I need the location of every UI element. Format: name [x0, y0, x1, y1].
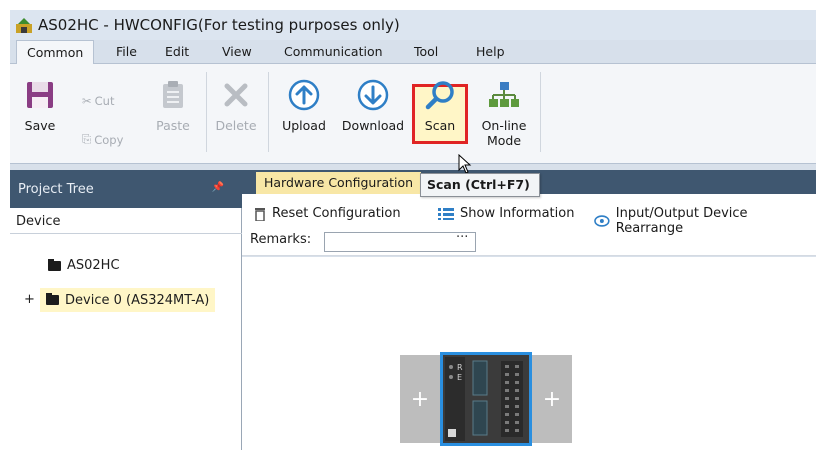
show-information-button[interactable]: Show Information [438, 206, 574, 221]
show-information-label: Show Information [460, 206, 575, 221]
save-label: Save [24, 118, 56, 133]
project-tree-title: Project Tree [18, 181, 94, 197]
scan-label: Scan [424, 118, 456, 133]
remarks-browse-button[interactable]: ··· [456, 230, 468, 245]
menu-bar: Common File Edit View Communication Tool… [10, 40, 816, 65]
copy-icon: ⎘ [82, 132, 92, 146]
tree-item-device-0[interactable]: Device 0 (AS324MT-A) [40, 288, 216, 312]
paste-label: Paste [156, 118, 190, 133]
cut-button[interactable]: ✂ Cut [82, 94, 114, 108]
scan-tooltip: Scan (Ctrl+F7) [420, 173, 540, 197]
download-button[interactable]: Download [338, 64, 408, 164]
arrow-up-circle-icon [288, 79, 320, 111]
io-device-rearrange-label: Input/Output Device Rearrange [615, 206, 748, 236]
ribbon-separator [268, 72, 269, 152]
tree-item-as02hc[interactable]: AS02HC [48, 258, 120, 273]
tab-file[interactable]: File [116, 44, 137, 59]
list-icon [438, 207, 454, 220]
plus-icon: + [410, 386, 430, 412]
online-mode-label-line2: Mode [486, 133, 522, 148]
rearrange-icon [594, 215, 610, 227]
online-mode-button[interactable]: On-line Mode [476, 64, 532, 164]
magnifier-icon [425, 81, 454, 110]
trash-icon [255, 207, 265, 221]
upload-label: Upload [282, 118, 326, 133]
ribbon: Save ✂ Cut ⎘ Copy Paste Delete Upload Do… [10, 64, 816, 164]
project-tree-panel: Device AS02HC + Device 0 (AS324MT-A) [10, 208, 242, 450]
x-icon [224, 83, 248, 107]
ribbon-separator [540, 72, 541, 152]
plus-icon: + [542, 386, 562, 412]
io-device-rearrange-button[interactable]: Input/Output Device Rearrange [594, 206, 816, 236]
folder-icon [46, 293, 59, 305]
cut-label: Cut [94, 94, 115, 108]
tab-help[interactable]: Help [476, 44, 505, 59]
floppy-disk-icon [27, 82, 53, 108]
add-slot-left[interactable]: + [400, 355, 440, 443]
online-mode-label: On-line Mode [482, 118, 527, 148]
tree-expander[interactable]: + [24, 292, 35, 307]
online-mode-label-line1: On-line [481, 118, 527, 133]
mouse-cursor-icon [458, 154, 472, 174]
project-tree-header: Project Tree 📌 [10, 170, 242, 208]
pin-icon[interactable]: 📌 [212, 182, 224, 193]
delete-label: Delete [215, 118, 257, 133]
upload-button[interactable]: Upload [276, 64, 332, 164]
tab-hardware-configuration[interactable]: Hardware Configuration [256, 172, 422, 194]
network-icon [489, 82, 519, 107]
download-label: Download [341, 118, 405, 133]
tab-communication[interactable]: Communication [284, 44, 383, 59]
folder-icon [48, 258, 61, 271]
app-logo-icon [16, 18, 32, 33]
remarks-field[interactable] [324, 232, 476, 252]
tab-tool[interactable]: Tool [414, 44, 438, 59]
clipboard-icon [163, 81, 183, 108]
led-label-e: E [457, 373, 462, 382]
scan-button[interactable]: Scan [412, 64, 468, 164]
plc-module-graphic: R E [443, 355, 529, 443]
led-label-r: R [457, 363, 463, 372]
tab-view[interactable]: View [222, 44, 252, 59]
document-toolbar: Reset Configuration Show Information Inp… [242, 194, 816, 256]
add-slot-right[interactable]: + [532, 355, 572, 443]
title-bar: AS02HC - HWCONFIG(For testing purposes o… [10, 10, 816, 40]
remarks-label: Remarks: [250, 232, 312, 247]
reset-configuration-label: Reset Configuration [272, 206, 401, 221]
paste-button[interactable]: Paste [150, 64, 196, 164]
tree-item-label: Device 0 (AS324MT-A) [65, 292, 210, 308]
save-button[interactable]: Save [18, 64, 62, 164]
tab-common[interactable]: Common [16, 40, 95, 65]
copy-button[interactable]: ⎘ Copy [82, 132, 123, 147]
ribbon-separator [206, 72, 207, 152]
copy-label: Copy [94, 132, 124, 147]
tree-column-header: Device [10, 212, 242, 234]
window-title: AS02HC - HWCONFIG(For testing purposes o… [38, 16, 400, 34]
tree-item-label: AS02HC [67, 258, 120, 273]
tab-edit[interactable]: Edit [165, 44, 189, 59]
arrow-down-circle-icon [357, 79, 389, 111]
reset-configuration-button[interactable]: Reset Configuration [254, 206, 401, 221]
scissors-icon: ✂ [82, 94, 92, 108]
plc-module-as02hc[interactable]: R E [440, 352, 532, 446]
delete-button[interactable]: Delete [210, 64, 262, 164]
